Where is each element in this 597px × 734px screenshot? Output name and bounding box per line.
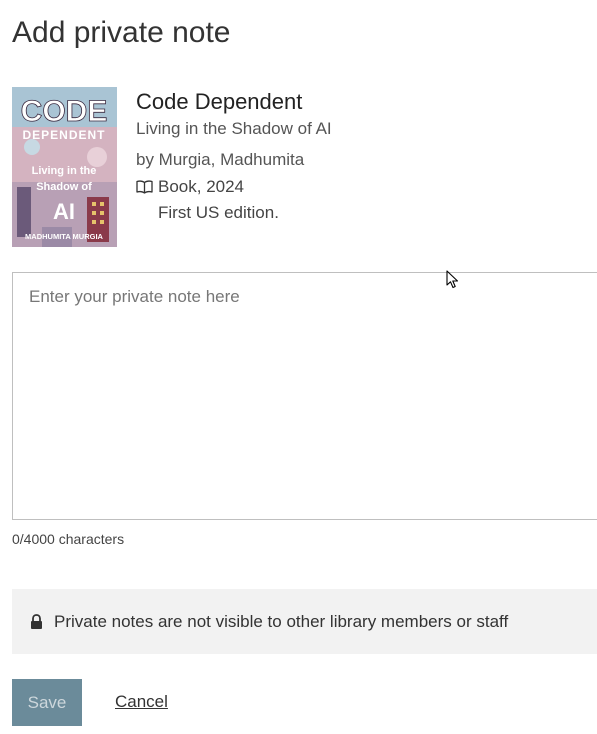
privacy-notice: Private notes are not visible to other l… — [12, 589, 597, 654]
book-edition: First US edition. — [158, 203, 279, 222]
character-count: 0/4000 characters — [12, 531, 125, 547]
book-format-label: Book, 2024 — [158, 177, 245, 196]
page-title: Add private note — [12, 16, 231, 49]
cover-subtitle-text: DEPENDENT — [22, 128, 105, 142]
privacy-notice-text: Private notes are not visible to other l… — [54, 611, 509, 631]
cover-tagline-text-2: Shadow of — [36, 181, 92, 193]
cover-author-text: MADHUMITA MURGIA — [25, 232, 103, 241]
cover-tagline-text-1: Living in the — [32, 165, 97, 177]
book-icon — [136, 180, 153, 194]
add-private-note-dialog: Add private note CODE DEPENDENT Living i… — [0, 0, 597, 734]
save-button[interactable]: Save — [12, 679, 82, 726]
lock-icon — [31, 613, 42, 629]
cover-title-text: CODE — [21, 95, 108, 128]
cover-tagline-text-3: AI — [53, 199, 75, 224]
book-format: Book, 2024 — [136, 174, 332, 200]
cancel-link[interactable]: Cancel — [115, 690, 168, 714]
book-author: by Murgia, Madhumita — [136, 150, 305, 169]
book-details: Code Dependent Living in the Shadow of A… — [136, 88, 332, 226]
private-note-input[interactable] — [12, 272, 597, 520]
book-subtitle: Living in the Shadow of AI — [136, 119, 332, 138]
book-title: Code Dependent — [136, 89, 303, 114]
book-cover-image: CODE DEPENDENT Living in the Shadow of A… — [12, 87, 117, 247]
mouse-cursor-icon — [446, 270, 459, 289]
